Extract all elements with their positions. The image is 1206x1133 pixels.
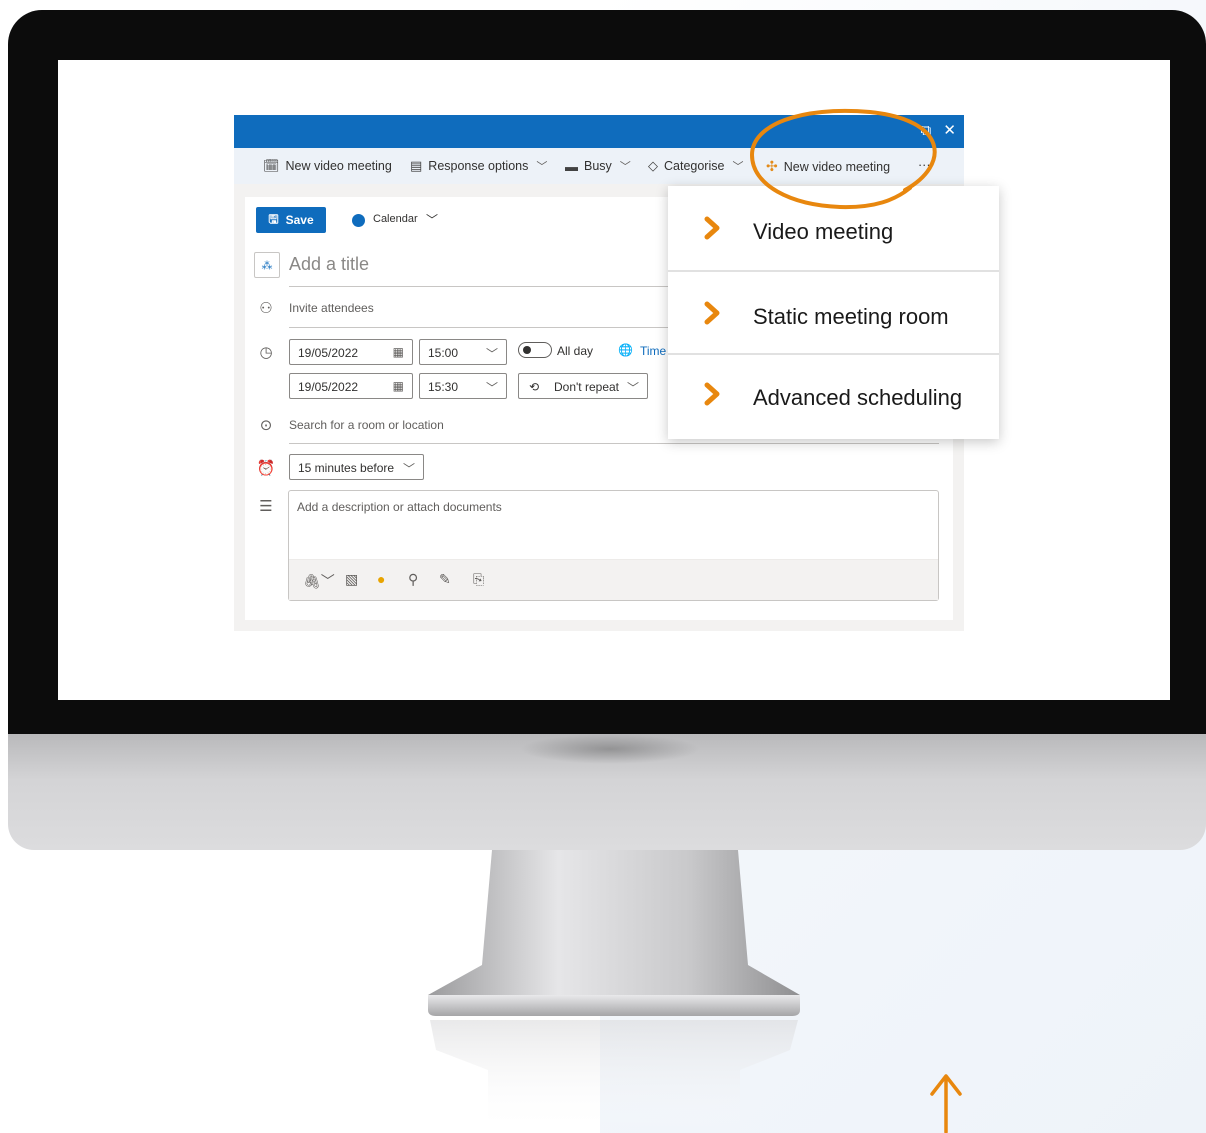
title-options-icon[interactable]: ⁂: [254, 252, 280, 278]
attach-icon[interactable]: 🖇﹀: [303, 571, 335, 591]
menu-item-static-meeting-room[interactable]: Static meeting room: [668, 274, 999, 356]
categorise-button[interactable]: ◇ Categorise ﹀: [648, 158, 743, 174]
monitor-screen: ⧉ ✕ 🗓 New video meeting ▤ Response optio…: [58, 60, 1170, 700]
all-day-toggle[interactable]: [518, 342, 552, 358]
chevron-down-icon: ﹀: [619, 161, 631, 173]
divider: [289, 286, 699, 287]
chevron-right-icon: [704, 216, 720, 240]
repeat-dropdown[interactable]: ⟲ Don't repeat ﹀: [518, 373, 648, 399]
busy-button[interactable]: ▬ Busy ﹀: [565, 158, 631, 174]
signature-icon[interactable]: ✎: [439, 571, 451, 588]
repeat-icon: ⟲: [529, 380, 540, 394]
globe-icon: 🌐: [618, 343, 633, 357]
divider: [289, 443, 939, 444]
start-time-field[interactable]: 15:00 ﹀: [419, 339, 507, 365]
calendar-selector[interactable]: Calendar: [373, 213, 418, 225]
end-date-field[interactable]: 19/05/2022 ▦: [289, 373, 413, 399]
description-editor[interactable]: Add a description or attach documents 🖇﹀…: [288, 490, 939, 601]
new-video-meeting-button[interactable]: 🗓 New video meeting: [263, 158, 392, 174]
chevron-down-icon: ﹀: [485, 381, 498, 395]
end-time-field[interactable]: 15:30 ﹀: [419, 373, 507, 399]
alarm-clock-icon: ⏰: [256, 460, 276, 477]
time-zone-link[interactable]: Time: [640, 344, 666, 358]
add-people-icon: ⚇: [259, 300, 273, 317]
video-meeting-menu: Video meeting Static meeting room Advanc…: [668, 186, 999, 439]
location-input[interactable]: Search for a room or location: [289, 418, 444, 432]
response-options-button[interactable]: ▤ Response options ﹀: [410, 158, 547, 174]
reminder-dropdown[interactable]: 15 minutes before ﹀: [289, 454, 424, 480]
chevron-down-icon[interactable]: ﹀: [426, 211, 438, 228]
calendar-edit-icon: 🗓: [263, 158, 280, 173]
monitor-chin-shadow: [520, 734, 700, 764]
arrow-up-icon: [930, 1074, 962, 1133]
show-as-icon: ▬: [565, 158, 578, 174]
calendar-color-dot: [352, 214, 365, 227]
location-icon: ⊙: [259, 417, 273, 434]
new-video-meeting-addin-button[interactable]: ✣ New video meeting: [766, 158, 890, 175]
menu-item-video-meeting[interactable]: Video meeting: [668, 189, 999, 271]
close-icon[interactable]: ✕: [943, 122, 956, 139]
chevron-down-icon: ﹀: [402, 462, 415, 476]
chevron-down-icon: ﹀: [732, 161, 744, 173]
chevron-down-icon: ﹀: [626, 381, 639, 395]
chevron-right-icon: [704, 301, 720, 325]
tag-icon: ◇: [648, 158, 658, 173]
window-titlebar: ⧉ ✕: [234, 115, 964, 148]
calendar-icon[interactable]: ▦: [393, 345, 404, 359]
invite-attendees-input[interactable]: Invite attendees: [289, 301, 374, 315]
insert-image-icon[interactable]: ▧: [345, 571, 358, 588]
title-input[interactable]: Add a title: [289, 254, 369, 275]
menu-item-advanced-scheduling[interactable]: Advanced scheduling: [668, 355, 999, 437]
emoji-icon[interactable]: ●: [377, 571, 385, 587]
format-painter-icon[interactable]: ⚲: [408, 571, 418, 588]
start-date-field[interactable]: 19/05/2022 ▦: [289, 339, 413, 365]
chevron-down-icon: ﹀: [536, 161, 548, 173]
calendar-icon[interactable]: ▦: [393, 379, 404, 393]
save-icon: 🖫: [268, 211, 279, 226]
ribbon-toolbar: 🗓 New video meeting ▤ Response options ﹀…: [234, 148, 964, 184]
scheduling-poll-icon[interactable]: ⎘: [473, 571, 484, 588]
video-addin-icon: ✣: [766, 158, 778, 174]
text-lines-icon: ☰: [259, 498, 273, 515]
more-options-button[interactable]: ···: [918, 158, 931, 172]
chevron-right-icon: [704, 382, 720, 406]
popout-icon[interactable]: ⧉: [921, 122, 932, 139]
clock-icon: ◷: [259, 344, 273, 361]
all-day-label: All day: [557, 344, 594, 358]
response-options-icon: ▤: [410, 158, 423, 173]
chevron-down-icon: ﹀: [485, 347, 498, 361]
menu-divider: [668, 270, 999, 272]
divider: [289, 327, 699, 328]
save-button[interactable]: 🖫 Save: [256, 207, 326, 233]
editor-toolbar: 🖇﹀ ▧ ● ⚲ ✎ ⎘: [289, 559, 938, 600]
